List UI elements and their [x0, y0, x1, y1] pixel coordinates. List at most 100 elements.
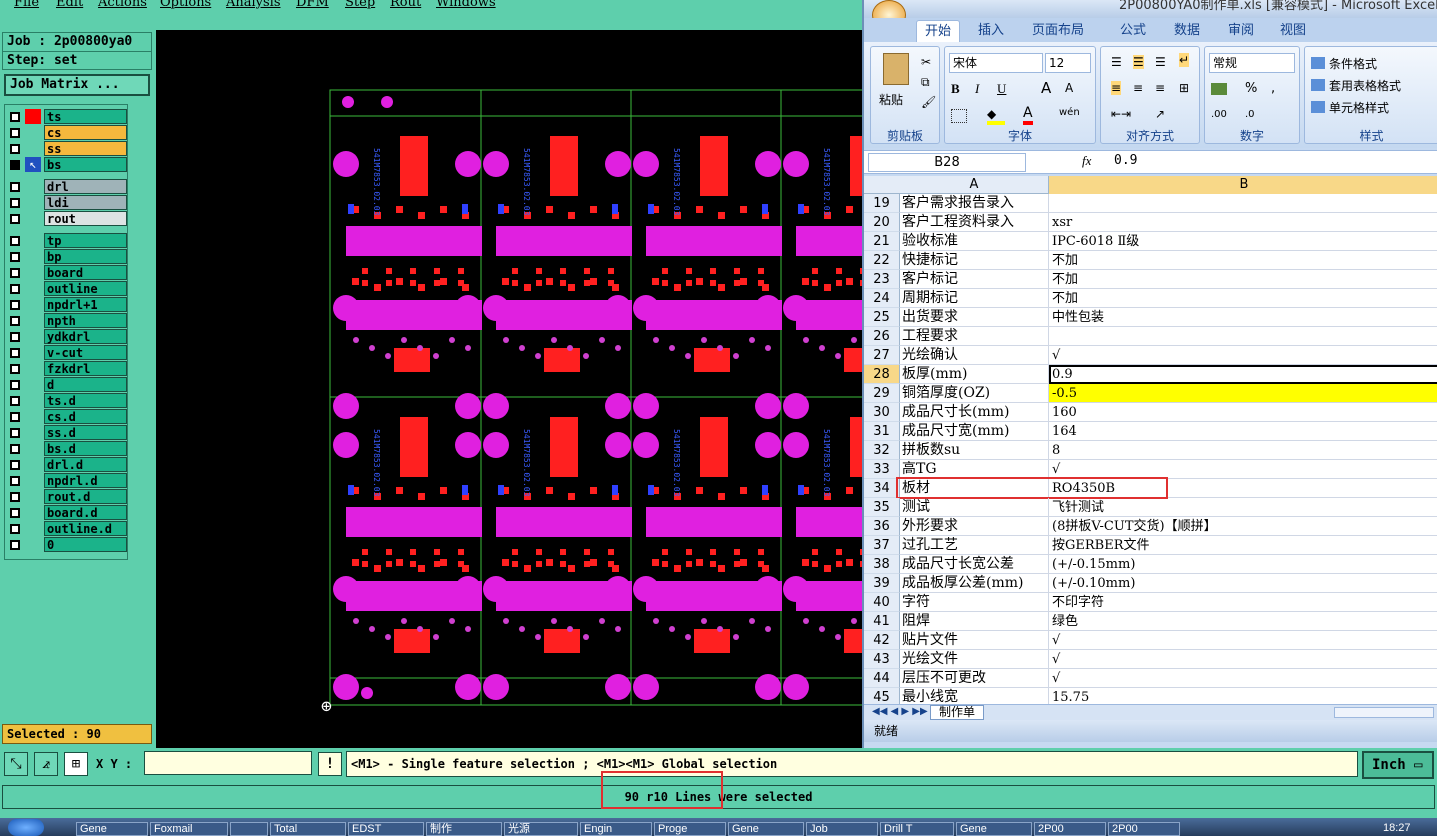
column-header-a[interactable]: A — [900, 176, 1049, 194]
layer-name[interactable]: fzkdrl — [44, 361, 127, 376]
cell-a[interactable]: 快捷标记 — [900, 251, 1049, 270]
layer-row[interactable]: outline — [7, 281, 127, 296]
layer-checkbox[interactable] — [10, 300, 20, 310]
layer-row[interactable]: rout — [7, 211, 127, 226]
layer-name[interactable]: bp — [44, 249, 127, 264]
layer-name[interactable]: 0 — [44, 537, 127, 552]
wrap-text-icon[interactable]: ↵ — [1179, 53, 1190, 67]
menu-item-dfm[interactable]: DFM — [296, 0, 329, 10]
taskbar-button[interactable]: Job — [806, 822, 878, 836]
format-painter-icon[interactable]: 🖌 — [921, 95, 936, 109]
layer-name[interactable]: drl.d — [44, 457, 127, 472]
comma-button[interactable]: , — [1271, 81, 1275, 96]
worksheet-grid[interactable]: A B 19 客户需求报告录入 20 客户工程资料录入 xsr 21 验收标准 IPC-601… — [864, 176, 1437, 707]
layer-row[interactable]: npdrl+1 — [7, 297, 127, 312]
layer-checkbox[interactable] — [10, 144, 20, 154]
ribbon-tab[interactable]: 插入 — [970, 20, 1012, 42]
cell-a[interactable]: 板厚(mm) — [900, 365, 1049, 384]
percent-button[interactable]: % — [1245, 81, 1257, 96]
layer-row[interactable]: d — [7, 377, 127, 392]
menu-item-rout[interactable]: Rout — [390, 0, 421, 10]
start-button[interactable] — [8, 819, 44, 836]
layer-name[interactable]: bs — [44, 157, 127, 172]
row-number[interactable]: 27 — [864, 346, 900, 365]
layer-row[interactable]: 0 — [7, 537, 127, 552]
layer-checkbox[interactable] — [10, 198, 20, 208]
cell-b[interactable]: (+/-0.10mm) — [1049, 574, 1437, 593]
layer-row[interactable]: npth — [7, 313, 127, 328]
taskbar-button[interactable]: 2P00 — [1034, 822, 1106, 836]
ribbon-tab[interactable]: 公式 — [1112, 20, 1154, 42]
layer-checkbox[interactable] — [10, 444, 20, 454]
cell-b[interactable]: xsr — [1049, 213, 1437, 232]
layer-name[interactable]: ts — [44, 109, 127, 124]
menu-item-file[interactable]: File — [14, 0, 39, 10]
layer-row[interactable]: rout.d — [7, 489, 127, 504]
cell-a[interactable]: 拼板数su — [900, 441, 1049, 460]
menu-item-edit[interactable]: Edit — [56, 0, 83, 10]
layer-checkbox[interactable] — [10, 316, 20, 326]
layer-name[interactable]: bs.d — [44, 441, 127, 456]
name-box[interactable]: B28 — [868, 153, 1026, 172]
menu-item-actions[interactable]: Actions — [98, 0, 147, 10]
paste-button[interactable]: 粘贴 — [879, 91, 903, 108]
cell-a[interactable]: 验收标准 — [900, 232, 1049, 251]
row-number[interactable]: 42 — [864, 631, 900, 650]
layer-checkbox[interactable] — [10, 236, 20, 246]
layer-row[interactable]: ts — [7, 109, 127, 124]
ribbon-tab[interactable]: 数据 — [1166, 20, 1208, 42]
paste-icon[interactable] — [883, 53, 909, 85]
layer-row[interactable]: npdrl.d — [7, 473, 127, 488]
layer-checkbox[interactable] — [10, 128, 20, 138]
layer-name[interactable]: ydkdrl — [44, 329, 127, 344]
cell-b[interactable]: IPC-6018 Ⅱ级 — [1049, 232, 1437, 251]
row-number[interactable]: 43 — [864, 650, 900, 669]
bold-button[interactable]: B — [951, 81, 960, 97]
cell-a[interactable]: 成品尺寸长宽公差 — [900, 555, 1049, 574]
taskbar-button[interactable]: Gene — [728, 822, 804, 836]
cell-a[interactable]: 外形要求 — [900, 517, 1049, 536]
clock[interactable]: 18:27 — [1380, 822, 1436, 836]
row-number[interactable]: 19 — [864, 194, 900, 213]
layer-name[interactable]: drl — [44, 179, 127, 194]
cell-b[interactable]: 绿色 — [1049, 612, 1437, 631]
decrease-decimal-button[interactable]: .0 — [1245, 109, 1255, 120]
layer-checkbox[interactable] — [10, 332, 20, 342]
taskbar-button[interactable] — [230, 822, 268, 836]
cell-b[interactable]: 不加 — [1049, 289, 1437, 308]
align-middle-icon[interactable]: ☰ — [1133, 55, 1144, 69]
italic-button[interactable]: I — [975, 81, 979, 97]
layer-name[interactable]: board.d — [44, 505, 127, 520]
layer-checkbox[interactable] — [10, 268, 20, 278]
cell-b[interactable]: √ — [1049, 346, 1437, 365]
phonetic-button[interactable]: wén — [1059, 107, 1080, 118]
layer-name[interactable]: rout — [44, 211, 127, 226]
fx-icon[interactable]: fx — [1082, 153, 1091, 169]
currency-icon[interactable] — [1211, 83, 1227, 95]
layer-name[interactable]: ts.d — [44, 393, 127, 408]
ribbon-tab[interactable]: 页面布局 — [1024, 20, 1092, 42]
cell-a[interactable]: 测试 — [900, 498, 1049, 517]
pcb-panel-view[interactable]: ⊕ 541M7853.02.03 541M7853.02.03 541M7853.02… — [156, 30, 862, 748]
layer-row[interactable]: drl — [7, 179, 127, 194]
taskbar-button[interactable]: 光源 — [504, 822, 578, 836]
taskbar-button[interactable]: Drill T — [880, 822, 954, 836]
row-number[interactable]: 20 — [864, 213, 900, 232]
menu-item-windows[interactable]: Windows — [436, 0, 496, 10]
xy-input[interactable] — [144, 751, 312, 775]
cell-a[interactable]: 成品尺寸长(mm) — [900, 403, 1049, 422]
row-number[interactable]: 24 — [864, 289, 900, 308]
layer-row[interactable]: cs.d — [7, 409, 127, 424]
graphics-canvas[interactable]: ⊕ 541M7853.02.03 541M7853.02.03 541M7853.02… — [156, 30, 862, 748]
layer-name[interactable]: tp — [44, 233, 127, 248]
cell-b[interactable]: 8 — [1049, 441, 1437, 460]
align-center-icon[interactable]: ≡ — [1133, 81, 1143, 95]
layer-row[interactable]: fzkdrl — [7, 361, 127, 376]
layer-row[interactable]: ts.d — [7, 393, 127, 408]
ribbon-tab[interactable]: 审阅 — [1220, 20, 1262, 42]
cell-a[interactable]: 字符 — [900, 593, 1049, 612]
layer-checkbox[interactable] — [10, 182, 20, 192]
cell-b[interactable]: √ — [1049, 631, 1437, 650]
cell-b[interactable]: √ — [1049, 650, 1437, 669]
layer-checkbox[interactable] — [10, 252, 20, 262]
